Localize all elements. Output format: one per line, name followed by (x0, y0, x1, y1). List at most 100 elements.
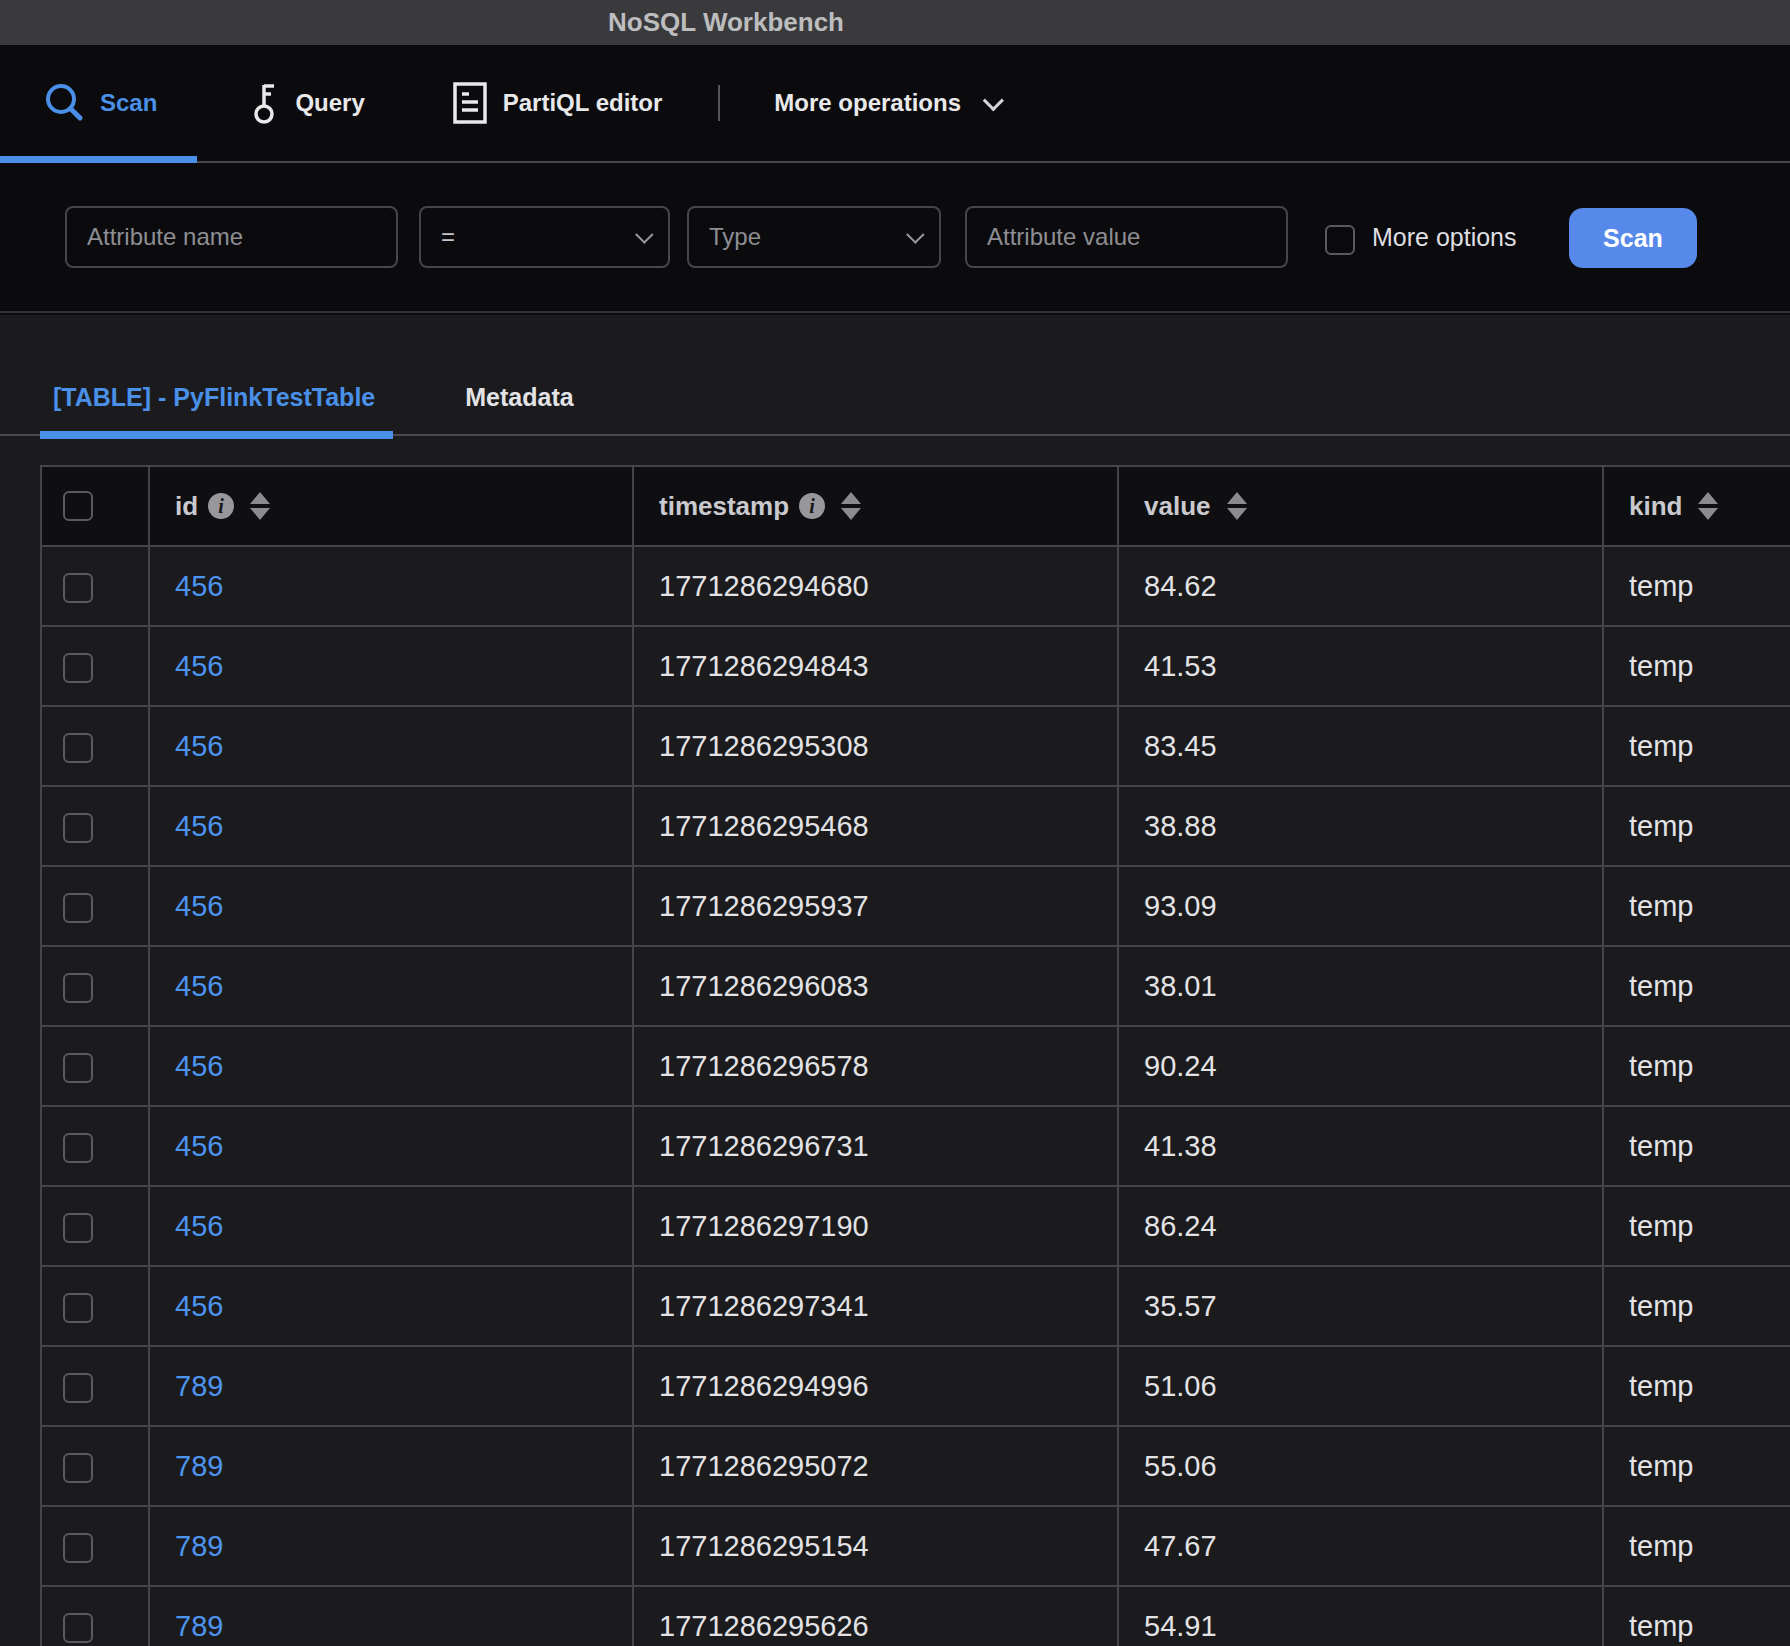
row-checkbox[interactable] (63, 1613, 93, 1643)
cell-timestamp: 1771286295468 (633, 786, 1118, 866)
scan-filter-bar: Attribute name = Type Attribute value Mo… (0, 163, 1790, 313)
cell-value: 93.09 (1118, 866, 1603, 946)
attribute-value-input[interactable]: Attribute value (965, 206, 1288, 268)
cell-id-link[interactable]: 456 (149, 1186, 633, 1266)
attribute-value-placeholder: Attribute value (987, 223, 1140, 251)
row-checkbox[interactable] (63, 1533, 93, 1563)
row-checkbox[interactable] (63, 1293, 93, 1323)
cell-id-link[interactable]: 789 (149, 1586, 633, 1646)
table-row: 789177128629499651.06temp (41, 1346, 1790, 1426)
cell-kind: temp (1603, 1106, 1790, 1186)
nav-tab-query-label: Query (295, 89, 364, 117)
cell-id-link[interactable]: 456 (149, 1026, 633, 1106)
cell-id-link[interactable]: 456 (149, 786, 633, 866)
cell-kind: temp (1603, 1586, 1790, 1646)
cell-value: 55.06 (1118, 1426, 1603, 1506)
cell-timestamp: 1771286296578 (633, 1026, 1118, 1106)
info-icon[interactable]: i (799, 493, 825, 519)
nav-tab-partiql-editor[interactable]: PartiQL editor (453, 82, 663, 124)
column-header-timestamp[interactable]: timestamp i (633, 466, 1118, 546)
cell-kind: temp (1603, 786, 1790, 866)
select-all-checkbox[interactable] (63, 491, 93, 521)
attribute-name-placeholder: Attribute name (87, 223, 243, 251)
active-tab-indicator (0, 156, 197, 163)
row-checkbox[interactable] (63, 893, 93, 923)
row-checkbox[interactable] (63, 573, 93, 603)
tab-metadata[interactable]: Metadata (465, 383, 573, 434)
cell-timestamp: 1771286297341 (633, 1266, 1118, 1346)
row-checkbox[interactable] (63, 1453, 93, 1483)
row-select-cell (41, 626, 149, 706)
cell-timestamp: 1771286294843 (633, 626, 1118, 706)
cell-id-link[interactable]: 456 (149, 706, 633, 786)
cell-value: 86.24 (1118, 1186, 1603, 1266)
row-select-cell (41, 1186, 149, 1266)
row-checkbox[interactable] (63, 733, 93, 763)
cell-id-link[interactable]: 789 (149, 1426, 633, 1506)
cell-id-link[interactable]: 456 (149, 626, 633, 706)
row-select-cell (41, 1506, 149, 1586)
attribute-name-input[interactable]: Attribute name (65, 206, 398, 268)
table-header-row: id i timestamp i v (41, 466, 1790, 546)
sort-icon[interactable] (1698, 492, 1718, 520)
row-checkbox[interactable] (63, 813, 93, 843)
operator-select[interactable]: = (419, 206, 670, 268)
table-row: 789177128629507255.06temp (41, 1426, 1790, 1506)
column-header-kind[interactable]: kind (1603, 466, 1790, 546)
more-operations-menu[interactable]: More operations (774, 89, 998, 117)
cell-timestamp: 1771286296731 (633, 1106, 1118, 1186)
row-select-cell (41, 786, 149, 866)
cell-timestamp: 1771286295072 (633, 1426, 1118, 1506)
window-titlebar: NoSQL Workbench (0, 0, 1790, 45)
column-header-id[interactable]: id i (149, 466, 633, 546)
operator-value: = (441, 223, 455, 251)
type-select[interactable]: Type (687, 206, 941, 268)
cell-id-link[interactable]: 456 (149, 1266, 633, 1346)
nav-tab-query[interactable]: Query (253, 82, 364, 124)
operations-nav: Scan Query PartiQL editor More operation… (0, 45, 1790, 163)
row-checkbox[interactable] (63, 1133, 93, 1163)
sort-icon[interactable] (1227, 492, 1247, 520)
nav-tab-scan[interactable]: Scan (44, 83, 157, 123)
result-tabs: [TABLE] - PyFlinkTestTable Metadata (0, 315, 1790, 436)
select-all-cell (41, 466, 149, 546)
cell-value: 84.62 (1118, 546, 1603, 626)
cell-value: 51.06 (1118, 1346, 1603, 1426)
cell-value: 38.88 (1118, 786, 1603, 866)
more-operations-label: More operations (774, 89, 961, 117)
active-result-tab-indicator (40, 431, 393, 439)
chevron-down-icon (906, 225, 924, 243)
column-header-value[interactable]: value (1118, 466, 1603, 546)
row-checkbox[interactable] (63, 1373, 93, 1403)
table-row: 456177128629657890.24temp (41, 1026, 1790, 1106)
cell-kind: temp (1603, 866, 1790, 946)
row-checkbox[interactable] (63, 1053, 93, 1083)
cell-id-link[interactable]: 789 (149, 1346, 633, 1426)
cell-id-link[interactable]: 789 (149, 1506, 633, 1586)
cell-id-link[interactable]: 456 (149, 946, 633, 1026)
cell-timestamp: 1771286295308 (633, 706, 1118, 786)
row-select-cell (41, 866, 149, 946)
cell-kind: temp (1603, 1426, 1790, 1506)
row-checkbox[interactable] (63, 653, 93, 683)
scan-button[interactable]: Scan (1569, 208, 1697, 268)
chevron-down-icon (983, 90, 1004, 111)
sort-icon[interactable] (250, 492, 270, 520)
cell-id-link[interactable]: 456 (149, 546, 633, 626)
cell-timestamp: 1771286297190 (633, 1186, 1118, 1266)
row-select-cell (41, 1426, 149, 1506)
cell-value: 47.67 (1118, 1506, 1603, 1586)
sort-icon[interactable] (841, 492, 861, 520)
cell-id-link[interactable]: 456 (149, 866, 633, 946)
row-checkbox[interactable] (63, 1213, 93, 1243)
info-icon[interactable]: i (208, 493, 234, 519)
cell-value: 90.24 (1118, 1026, 1603, 1106)
cell-kind: temp (1603, 1346, 1790, 1426)
cell-timestamp: 1771286295626 (633, 1586, 1118, 1646)
row-checkbox[interactable] (63, 973, 93, 1003)
tab-table-pyflinktesttable[interactable]: [TABLE] - PyFlinkTestTable (53, 383, 375, 434)
row-select-cell (41, 1026, 149, 1106)
scan-results-table: id i timestamp i v (40, 465, 1790, 1646)
more-options-checkbox[interactable] (1325, 225, 1355, 255)
cell-id-link[interactable]: 456 (149, 1106, 633, 1186)
